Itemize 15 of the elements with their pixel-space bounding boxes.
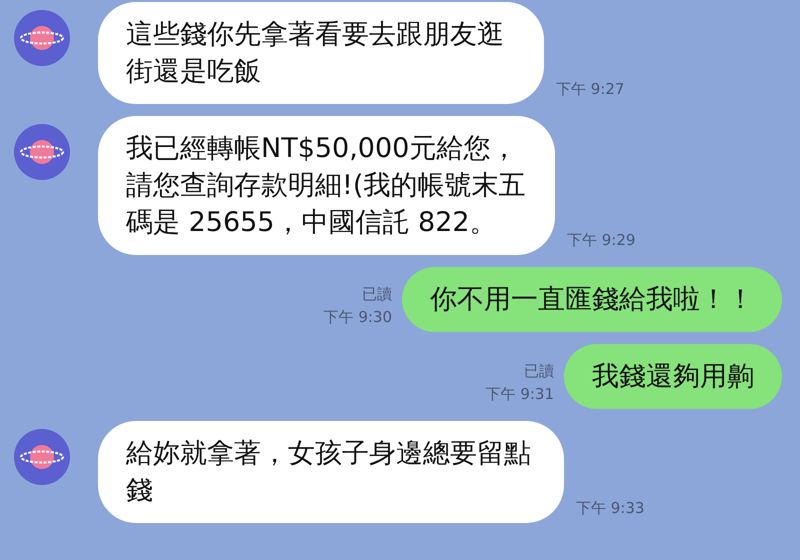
- message-bubble: 給妳就拿著，女孩子身邊總要留點錢: [98, 421, 564, 523]
- message-time: 下午 9:27: [556, 78, 624, 100]
- message-time: 下午 9:29: [567, 230, 636, 250]
- message-time: 下午 9:33: [576, 498, 644, 518]
- message-bubble: 我已經轉帳NT$50,000元給您，請您查詢存款明細!(我的帳號末五碼是 25655，中國信託 822。: [98, 116, 555, 255]
- message-bubble: 這些錢你先拿著看要去跟朋友逛街還是吃飯: [98, 2, 544, 104]
- message-time: 下午 9:30: [324, 306, 392, 328]
- message-bubble: 我錢還夠用齁: [564, 344, 782, 409]
- message-bubble: 你不用一直匯錢給我啦！！: [402, 267, 782, 332]
- planet-avatar-icon: [14, 10, 70, 66]
- read-receipt: 已讀: [362, 284, 392, 305]
- planet-avatar-icon: [14, 124, 70, 180]
- message-time: 下午 9:31: [486, 384, 554, 404]
- planet-avatar-icon: [14, 429, 70, 485]
- read-receipt: 已讀: [524, 361, 554, 382]
